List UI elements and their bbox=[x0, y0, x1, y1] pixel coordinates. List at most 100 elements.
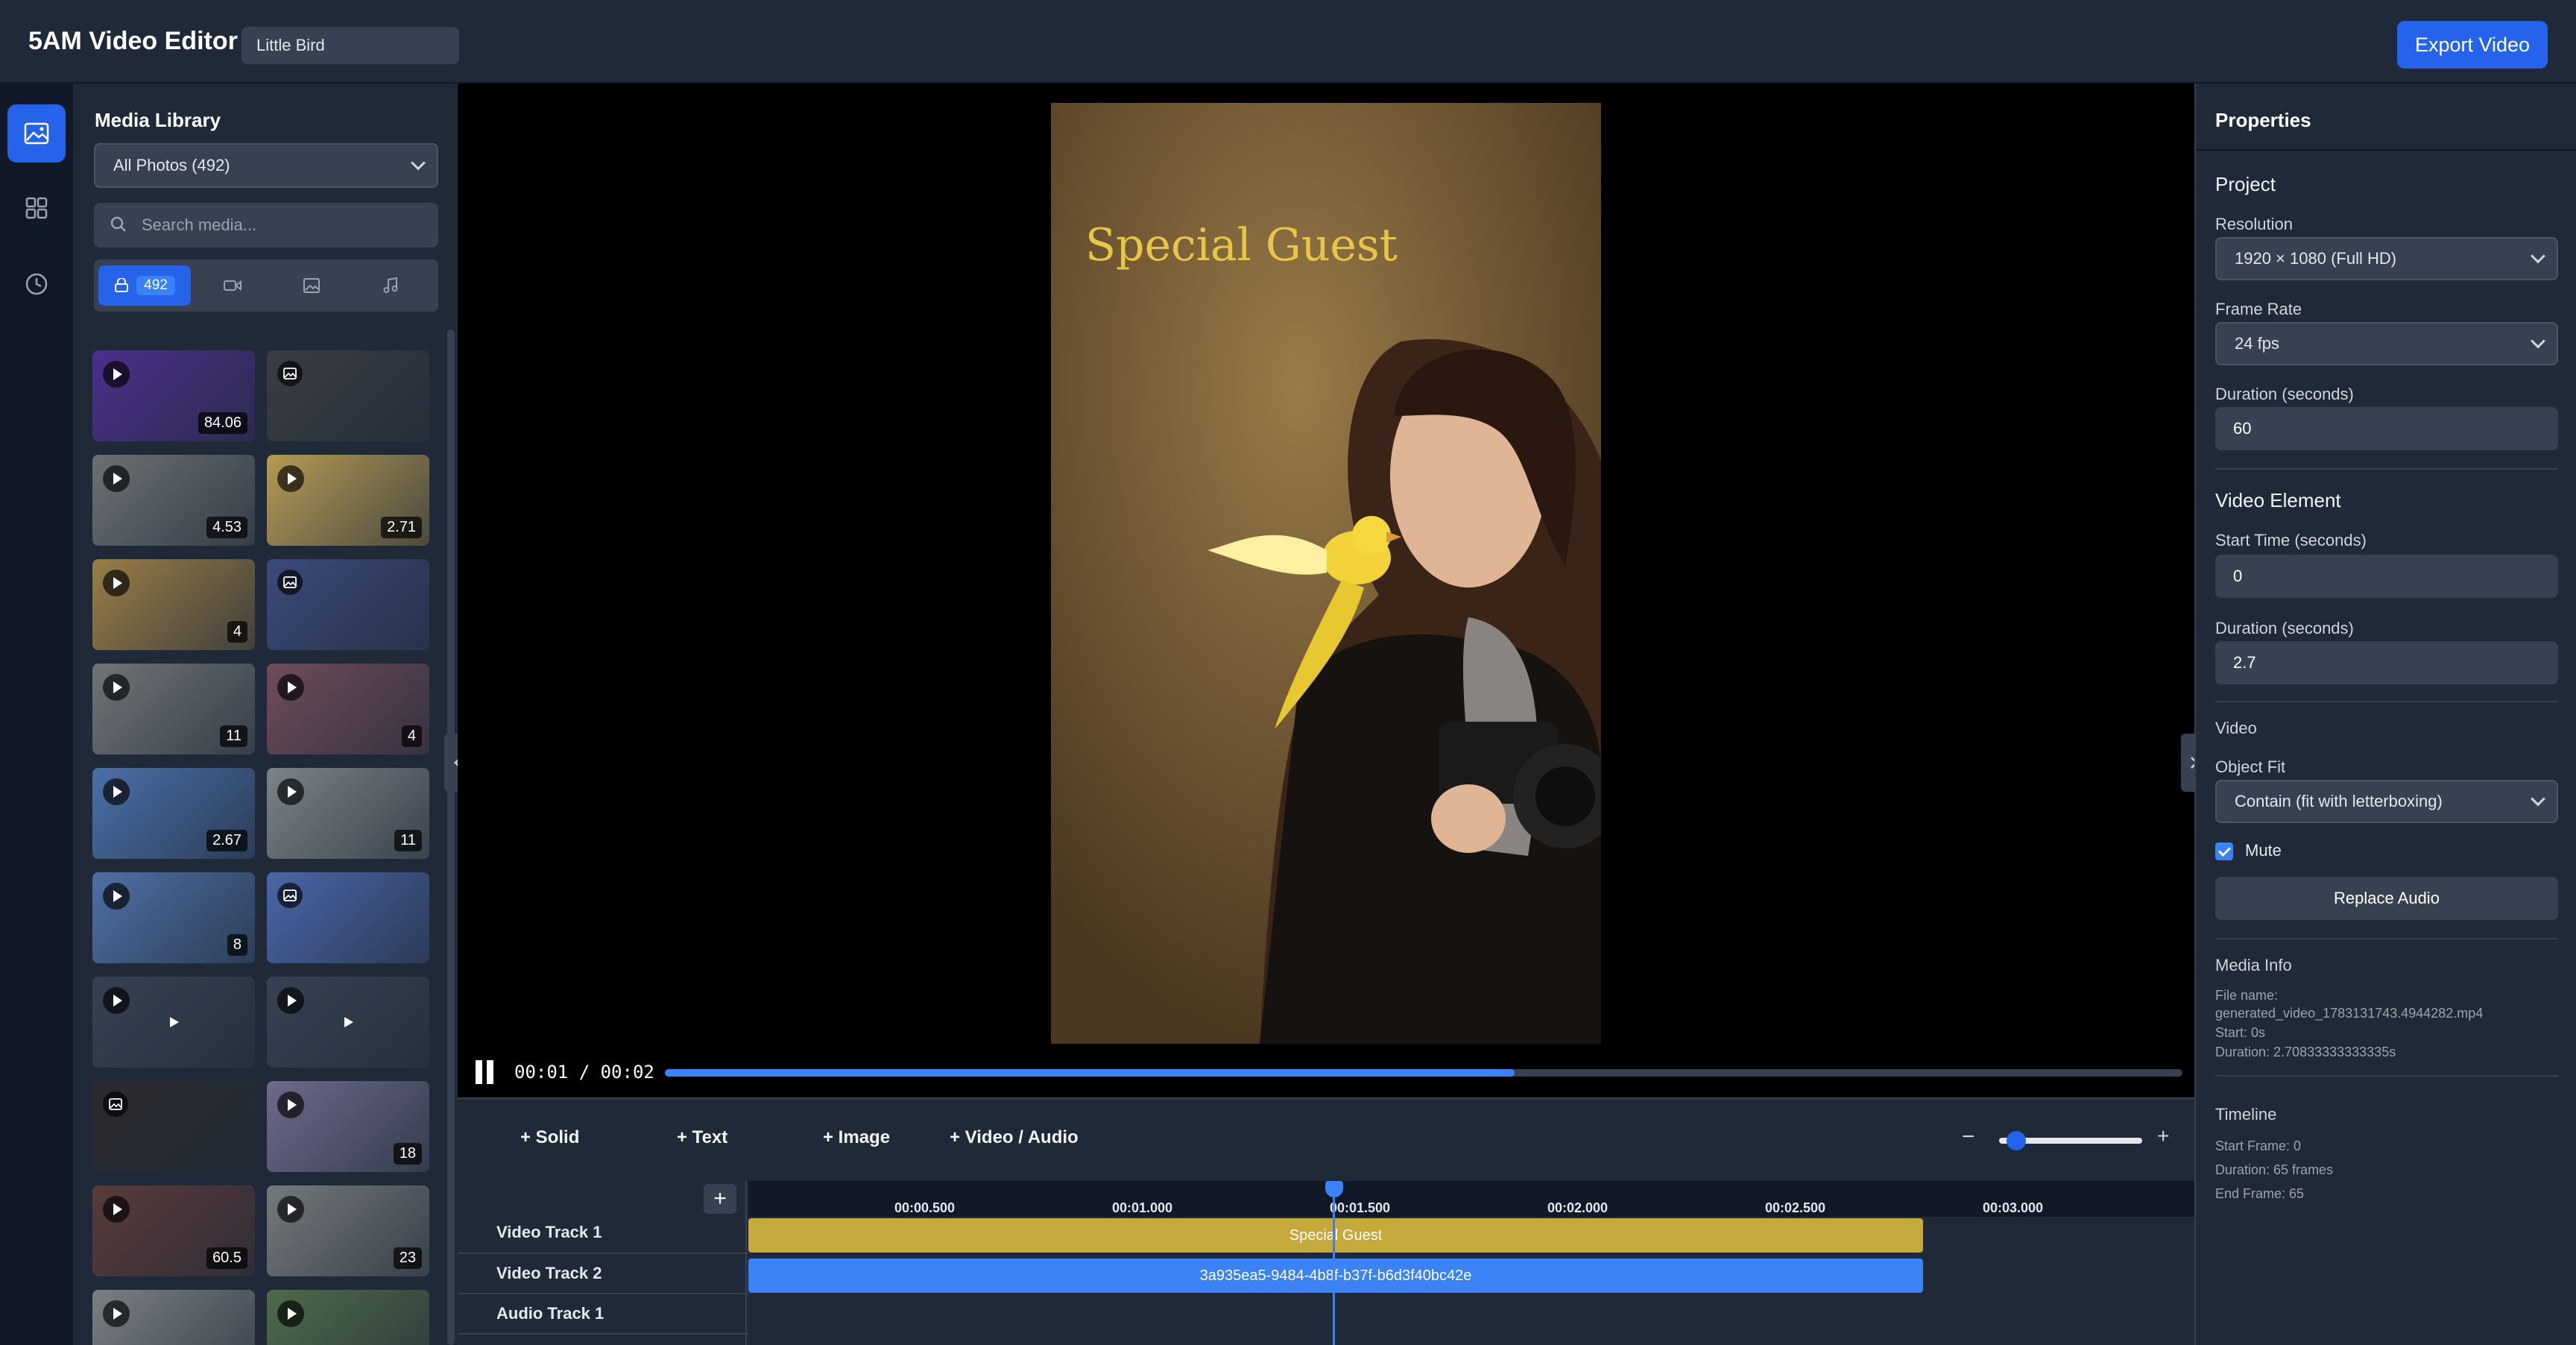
video-icon bbox=[224, 280, 242, 291]
mute-label[interactable]: Mute bbox=[2245, 841, 2282, 860]
media-thumbnail[interactable] bbox=[267, 1290, 429, 1345]
media-thumbnail[interactable]: 84.06 bbox=[92, 350, 255, 441]
media-thumbnail[interactable] bbox=[267, 350, 429, 441]
play-icon bbox=[103, 1300, 130, 1327]
frame-rate-select[interactable]: 24 fps bbox=[2215, 322, 2558, 365]
search-icon bbox=[110, 216, 126, 232]
text-overlay[interactable]: Special Guest bbox=[1085, 219, 1398, 271]
duration-badge: 11 bbox=[394, 830, 422, 851]
add-video-audio-button[interactable]: + Video / Audio bbox=[950, 1127, 1079, 1148]
divider bbox=[2215, 701, 2558, 702]
media-thumbnail[interactable] bbox=[267, 977, 429, 1068]
project-duration-input[interactable]: 60 bbox=[2215, 407, 2558, 450]
media-info-title: Media Info bbox=[2215, 956, 2292, 974]
media-thumbnail[interactable]: 60.5 bbox=[92, 1185, 255, 1276]
object-fit-value: Contain (fit with letterboxing) bbox=[2235, 792, 2443, 810]
text-clip[interactable]: Special Guest bbox=[748, 1218, 1923, 1253]
zoom-in-button[interactable]: + bbox=[2157, 1124, 2169, 1148]
start-frame: Start Frame: 0 bbox=[2215, 1138, 2302, 1153]
mute-checkbox[interactable] bbox=[2215, 842, 2233, 860]
add-text-button[interactable]: + Text bbox=[677, 1127, 727, 1148]
image-icon bbox=[277, 361, 303, 386]
track-headers: + Video Track 1 Video Track 2 Audio Trac… bbox=[458, 1181, 747, 1345]
add-image-button[interactable]: + Image bbox=[823, 1127, 890, 1148]
start-time-label: Start Time (seconds) bbox=[2215, 531, 2367, 549]
section-video-element: Video Element bbox=[2215, 489, 2341, 511]
media-scrollbar[interactable] bbox=[447, 330, 455, 1345]
media-thumbnail[interactable]: 11 bbox=[92, 664, 255, 755]
filter-all-button[interactable]: 492 bbox=[98, 265, 191, 306]
timeline-toolbar: + Solid + Text + Image + Video / Audio −… bbox=[458, 1097, 2194, 1181]
filter-video-button[interactable] bbox=[195, 265, 270, 306]
chevron-down-icon bbox=[2531, 791, 2545, 807]
playback-progress-fill bbox=[665, 1069, 1515, 1077]
zoom-slider-handle[interactable] bbox=[2006, 1131, 2026, 1150]
project-name-input[interactable]: Little Bird bbox=[242, 27, 459, 64]
properties-panel: Properties Project Resolution 1920 × 108… bbox=[2194, 84, 2576, 1345]
media-thumbnail[interactable]: 4.53 bbox=[92, 455, 255, 546]
media-search-input[interactable]: Search media... bbox=[94, 203, 438, 248]
add-solid-button[interactable]: + Solid bbox=[520, 1127, 579, 1148]
resolution-select[interactable]: 1920 × 1080 (Full HD) bbox=[2215, 237, 2558, 280]
resolution-label: Resolution bbox=[2215, 215, 2293, 233]
media-filter-value: All Photos (492) bbox=[113, 156, 230, 174]
divider bbox=[2196, 149, 2576, 151]
media-library-panel: Media Library All Photos (492) Search me… bbox=[75, 84, 458, 1345]
play-icon bbox=[170, 1017, 179, 1027]
search-placeholder: Search media... bbox=[142, 215, 257, 234]
media-thumbnail[interactable]: 18 bbox=[267, 1081, 429, 1172]
play-icon bbox=[277, 1196, 304, 1223]
duration-badge: 2.71 bbox=[381, 517, 422, 538]
playhead-line[interactable] bbox=[1333, 1181, 1335, 1345]
rail-media-button[interactable] bbox=[7, 104, 66, 163]
duration-badge: 11 bbox=[220, 725, 247, 747]
media-icon bbox=[24, 122, 49, 145]
ruler-tick-label: 00:02.500 bbox=[1765, 1200, 1826, 1215]
chevron-down-icon bbox=[411, 155, 426, 171]
add-track-button[interactable]: + bbox=[704, 1184, 736, 1214]
media-thumbnail[interactable] bbox=[92, 977, 255, 1068]
export-video-button[interactable]: Export Video bbox=[2397, 21, 2548, 69]
zoom-out-button[interactable]: − bbox=[1962, 1124, 1975, 1150]
rail-elements-button[interactable] bbox=[7, 179, 66, 237]
playback-progress-bar[interactable] bbox=[665, 1069, 2182, 1077]
media-thumbnail[interactable] bbox=[92, 1290, 255, 1345]
timeline-ruler[interactable]: 00:00.500 00:01.000 00:01.500 00:02.000 00:0… bbox=[748, 1181, 2194, 1217]
video-preview: Special Guest 00:01 / 00:02 bbox=[458, 84, 2194, 1097]
media-thumbnail[interactable]: 4 bbox=[267, 664, 429, 755]
chevron-down-icon bbox=[2531, 333, 2545, 349]
play-icon bbox=[103, 674, 130, 701]
play-icon bbox=[277, 987, 304, 1014]
pause-button[interactable] bbox=[474, 1060, 496, 1084]
play-icon bbox=[277, 778, 304, 805]
filter-image-button[interactable] bbox=[274, 265, 349, 306]
properties-title: Properties bbox=[2215, 109, 2311, 131]
media-thumbnail[interactable]: 4 bbox=[92, 559, 255, 650]
track-label-video-1: Video Track 1 bbox=[496, 1223, 602, 1241]
object-fit-label: Object Fit bbox=[2215, 757, 2286, 776]
file-name-label: File name: bbox=[2215, 988, 2279, 1003]
media-thumbnail[interactable] bbox=[92, 1081, 255, 1172]
start-time-input[interactable]: 0 bbox=[2215, 555, 2558, 598]
media-thumbnail[interactable]: 11 bbox=[267, 768, 429, 859]
media-thumbnail[interactable] bbox=[267, 872, 429, 963]
zoom-slider[interactable] bbox=[1999, 1131, 2142, 1150]
divider bbox=[2215, 1075, 2558, 1077]
media-thumbnail[interactable]: 8 bbox=[92, 872, 255, 963]
app-title: 5AM Video Editor bbox=[28, 27, 238, 55]
play-icon bbox=[103, 1196, 130, 1223]
rail-history-button[interactable] bbox=[7, 255, 66, 313]
media-filter-select[interactable]: All Photos (492) bbox=[94, 143, 438, 188]
media-grid: 84.06 4.53 2.71 4 11 4 2.67 11 8 18 60.5 23 bbox=[92, 350, 435, 1345]
duration-badge: 4 bbox=[227, 621, 247, 643]
media-thumbnail[interactable] bbox=[267, 559, 429, 650]
media-thumbnail[interactable]: 2.71 bbox=[267, 455, 429, 546]
replace-audio-button[interactable]: Replace Audio bbox=[2215, 877, 2558, 920]
media-library-title: Media Library bbox=[95, 109, 221, 131]
media-thumbnail[interactable]: 2.67 bbox=[92, 768, 255, 859]
element-duration-input[interactable]: 2.7 bbox=[2215, 641, 2558, 684]
media-thumbnail[interactable]: 23 bbox=[267, 1185, 429, 1276]
filter-audio-button[interactable] bbox=[353, 265, 428, 306]
video-clip[interactable]: 3a935ea5-9484-4b8f-b37f-b6d3f40bc42e bbox=[748, 1259, 1923, 1293]
object-fit-select[interactable]: Contain (fit with letterboxing) bbox=[2215, 780, 2558, 823]
